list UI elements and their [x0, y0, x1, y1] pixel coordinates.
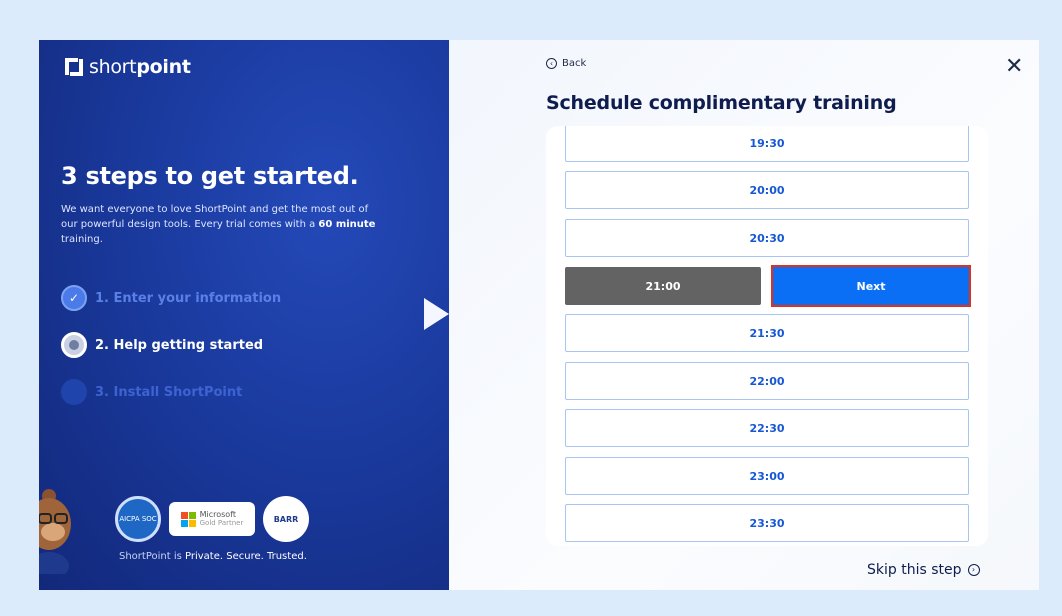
intro-text: We want everyone to love ShortPoint and … [61, 204, 376, 245]
skip-step-link[interactable]: Skip this step › [867, 562, 980, 578]
time-slot-2230[interactable]: 22:30 [565, 409, 969, 447]
step-label: 2. Help getting started [95, 337, 264, 353]
time-slot-2000[interactable]: 20:00 [565, 171, 969, 209]
time-slot-2030[interactable]: 20:30 [565, 219, 969, 257]
step-enter-information: ✓ 1. Enter your information [61, 285, 281, 311]
chevron-right-circle-icon: › [967, 564, 980, 576]
headline: 3 steps to get started. [61, 162, 359, 190]
trust-badges: AICPA SOC Microsoft Gold Partner BARR [115, 496, 309, 542]
step-label: 1. Enter your information [95, 290, 282, 306]
shortpoint-logo: shortpoint [65, 56, 191, 78]
page-title: Schedule complimentary training [546, 92, 897, 114]
microsoft-logo-icon [180, 511, 196, 527]
time-slot-2200[interactable]: 22:00 [565, 362, 969, 400]
chevron-left-circle-icon: ‹ [546, 58, 557, 69]
close-icon[interactable]: ✕ [1005, 56, 1023, 78]
time-slot-2330[interactable]: 23:30 [565, 504, 969, 542]
logo-mark-icon [65, 58, 83, 76]
time-slot-2300[interactable]: 23:00 [565, 457, 969, 495]
time-slot-2100-selected[interactable]: 21:00 [565, 267, 761, 305]
current-step-icon [61, 332, 87, 358]
time-slot-list[interactable]: 19:30 20:00 20:30 21:00 Next 21:30 22:00… [546, 126, 988, 546]
logo-text: shortpoint [89, 56, 191, 78]
time-slot-1930[interactable]: 19:30 [565, 126, 969, 162]
step-install-shortpoint: 3. Install ShortPoint [61, 379, 242, 405]
back-label: Back [562, 58, 587, 69]
trust-statement: ShortPoint is Private. Secure. Trusted. [119, 551, 307, 562]
left-panel: shortpoint 3 steps to get started. We wa… [39, 40, 449, 590]
next-button[interactable]: Next [771, 265, 971, 307]
back-link[interactable]: ‹ Back [546, 58, 586, 69]
upcoming-step-icon [61, 379, 87, 405]
step-label: 3. Install ShortPoint [95, 384, 243, 400]
onboarding-modal: shortpoint 3 steps to get started. We wa… [39, 40, 1039, 590]
active-step-pointer-icon [424, 298, 449, 330]
microsoft-partner-badge: Microsoft Gold Partner [169, 502, 255, 536]
time-slot-2130[interactable]: 21:30 [565, 314, 969, 352]
skip-label: Skip this step [867, 562, 962, 578]
right-panel: ‹ Back ✕ Schedule complimentary training… [449, 40, 1039, 590]
bear-mascot-icon [39, 489, 71, 574]
check-icon: ✓ [61, 285, 87, 311]
step-help-getting-started: 2. Help getting started [61, 332, 263, 358]
aicpa-soc-badge: AICPA SOC [115, 496, 161, 542]
barr-badge: BARR [263, 496, 309, 542]
